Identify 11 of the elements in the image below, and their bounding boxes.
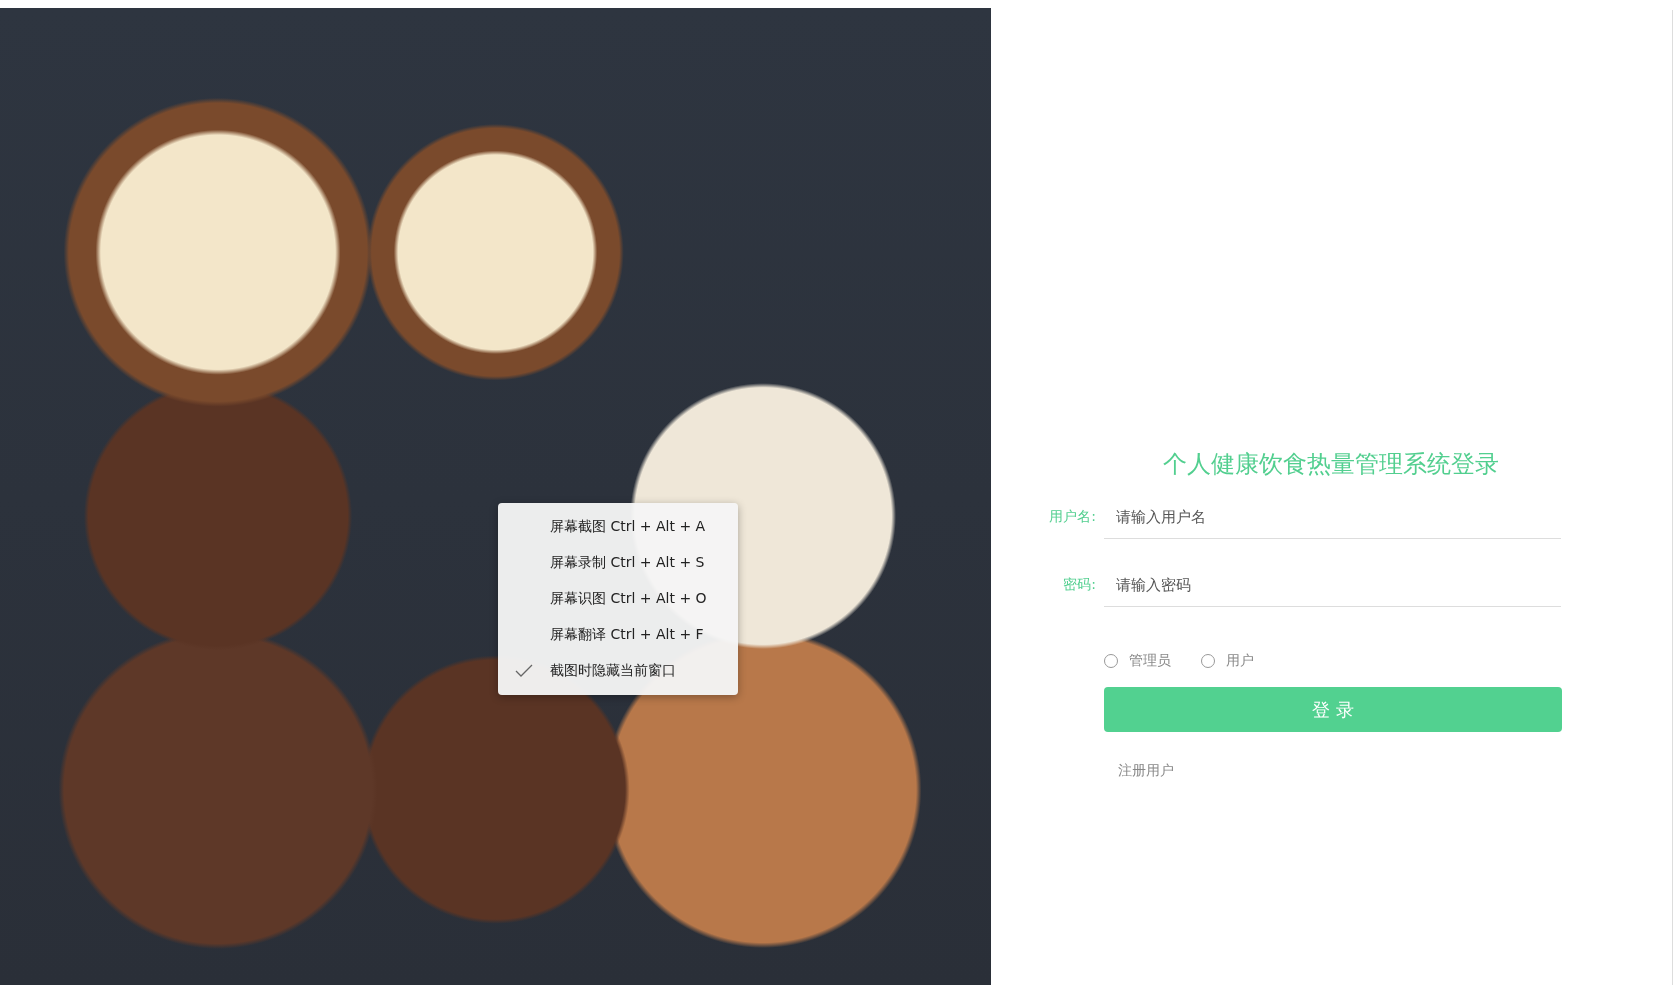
menu-item[interactable]: 屏幕截图 Ctrl + Alt + A <box>498 509 738 545</box>
menu-item[interactable]: 屏幕录制 Ctrl + Alt + S <box>498 545 738 581</box>
register-link[interactable]: 注册用户 <box>1118 762 1561 780</box>
menu-item[interactable]: 屏幕识图 Ctrl + Alt + O <box>498 581 738 617</box>
radio-label: 用户 <box>1226 652 1254 670</box>
login-title: 个人健康饮食热量管理系统登录 <box>1162 449 1500 480</box>
field-label: 密码: <box>1062 576 1097 594</box>
menu-item[interactable]: 屏幕翻译 Ctrl + Alt + F <box>498 617 738 653</box>
radio-label: 管理员 <box>1129 652 1171 670</box>
menu-item[interactable]: 截图时隐藏当前窗口 <box>498 653 738 689</box>
field-label: 用户名: <box>1048 508 1097 526</box>
